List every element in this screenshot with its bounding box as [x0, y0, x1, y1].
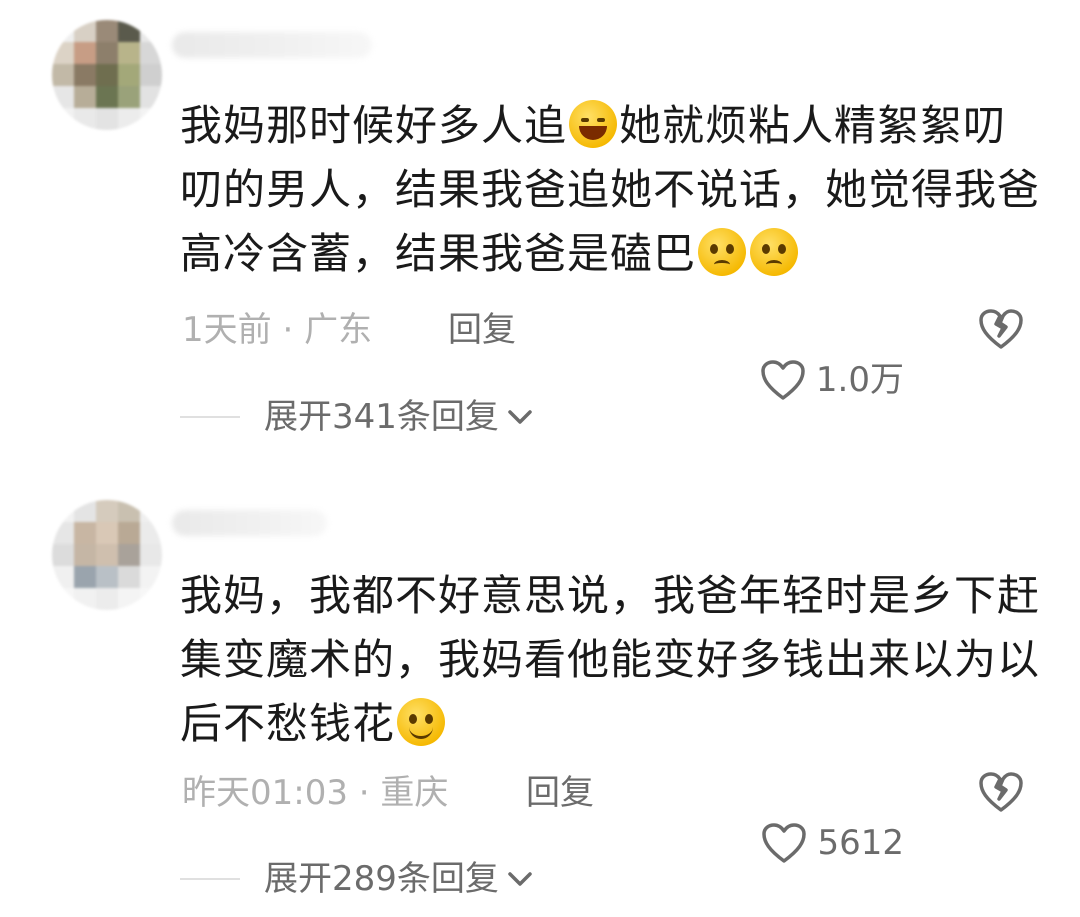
- avatar-mosaic-cell: [74, 108, 96, 130]
- avatar-mosaic-cell: [52, 544, 74, 566]
- avatar-mosaic-cell: [118, 64, 140, 86]
- avatar-mosaic-cell: [96, 42, 118, 64]
- avatar-mosaic-cell: [52, 108, 74, 130]
- comment-time: 1天前: [182, 310, 272, 350]
- expand-replies-label: 展开341条回复: [264, 397, 499, 437]
- meta-separator: ·: [347, 773, 381, 813]
- avatar-mosaic-cell: [52, 86, 74, 108]
- avatar-mosaic-cell: [140, 42, 162, 64]
- avatar-mosaic-cell: [140, 566, 162, 588]
- chevron-down-icon: [507, 870, 533, 888]
- comment-location: 广东: [304, 310, 373, 350]
- avatar-mosaic-cell: [52, 522, 74, 544]
- divider-line: [180, 416, 240, 418]
- dislike-button[interactable]: [978, 770, 1024, 828]
- avatar-mosaic-cell: [140, 588, 162, 610]
- meta-separator: ·: [271, 310, 305, 350]
- avatar-mosaic-cell: [74, 20, 96, 42]
- avatar-mosaic-cell: [118, 544, 140, 566]
- comment-meta: 昨天01:03 · 重庆 回复 5612: [182, 768, 1024, 863]
- expand-replies-button[interactable]: 展开289条回复: [180, 854, 533, 904]
- avatar-mosaic-cell: [96, 566, 118, 588]
- avatar-mosaic-cell: [96, 86, 118, 108]
- avatar-mosaic-cell: [140, 20, 162, 42]
- avatar-mosaic-cell: [74, 522, 96, 544]
- avatar-mosaic-cell: [74, 64, 96, 86]
- divider-line: [180, 878, 240, 880]
- avatar-mosaic-cell: [74, 544, 96, 566]
- comment-text-part: 我妈，我都不好意思说，我爸年轻时是乡下赶集变魔术的，我妈看他能变好多钱出来以为以…: [180, 571, 1041, 748]
- avatar-mosaic-cell: [52, 64, 74, 86]
- comment-item: 我妈，我都不好意思说，我爸年轻时是乡下赶集变魔术的，我妈看他能变好多钱出来以为以…: [0, 470, 1080, 917]
- avatar-mosaic-cell: [52, 42, 74, 64]
- avatar[interactable]: [52, 500, 162, 610]
- dizzy-smile-emoji-icon: [397, 698, 446, 746]
- pleading-face-emoji-icon: [698, 228, 747, 276]
- avatar-mosaic-cell: [140, 544, 162, 566]
- like-button[interactable]: 5612: [761, 818, 904, 868]
- reply-button[interactable]: 回复: [526, 768, 594, 818]
- avatar-mosaic-cell: [96, 544, 118, 566]
- comment-meta: 1天前 · 广东 回复 1.0万: [182, 305, 1024, 400]
- reply-button[interactable]: 回复: [448, 305, 516, 355]
- broken-heart-icon: [979, 309, 1023, 349]
- avatar-mosaic-cell: [74, 566, 96, 588]
- laughing-crying-emoji-icon: [569, 100, 618, 148]
- username-blurred[interactable]: [172, 32, 372, 58]
- avatar-mosaic-cell: [118, 522, 140, 544]
- like-count: 1.0万: [815, 360, 904, 400]
- dislike-button[interactable]: [978, 307, 1024, 365]
- avatar-mosaic-cell: [118, 86, 140, 108]
- avatar-mosaic-cell: [52, 588, 74, 610]
- expand-replies-button[interactable]: 展开341条回复: [180, 392, 533, 442]
- avatar-mosaic-cell: [52, 500, 74, 522]
- comment-text: 我妈，我都不好意思说，我爸年轻时是乡下赶集变魔术的，我妈看他能变好多钱出来以为以…: [180, 564, 1040, 756]
- like-count: 5612: [817, 823, 904, 863]
- avatar-mosaic-cell: [96, 64, 118, 86]
- broken-heart-icon: [979, 772, 1023, 812]
- avatar[interactable]: [52, 20, 162, 130]
- avatar-mosaic-cell: [74, 500, 96, 522]
- avatar-mosaic-cell: [140, 86, 162, 108]
- avatar-mosaic-cell: [52, 566, 74, 588]
- avatar-mosaic-cell: [74, 86, 96, 108]
- avatar-mosaic-cell: [118, 500, 140, 522]
- heart-icon: [761, 360, 805, 400]
- avatar-mosaic-cell: [96, 500, 118, 522]
- avatar-mosaic-cell: [74, 42, 96, 64]
- avatar-mosaic-cell: [52, 20, 74, 42]
- username-blurred[interactable]: [172, 510, 327, 536]
- avatar-mosaic-cell: [74, 588, 96, 610]
- expand-replies-label: 展开289条回复: [264, 859, 499, 899]
- comment-text-part: 我妈那时候好多人追: [180, 101, 568, 150]
- avatar-mosaic-cell: [118, 566, 140, 588]
- pleading-face-emoji-icon: [750, 228, 799, 276]
- avatar-mosaic-cell: [140, 522, 162, 544]
- avatar-mosaic-cell: [118, 108, 140, 130]
- comment-item: 我妈那时候好多人追 她就烦粘人精絮絮叨叨的男人，结果我爸追她不说话，她觉得我爸高冷…: [0, 0, 1080, 460]
- avatar-mosaic-cell: [96, 522, 118, 544]
- chevron-down-icon: [507, 408, 533, 426]
- avatar-mosaic-cell: [96, 588, 118, 610]
- comment-location: 重庆: [380, 773, 449, 813]
- avatar-mosaic-cell: [118, 588, 140, 610]
- avatar-mosaic-cell: [118, 20, 140, 42]
- avatar-mosaic-cell: [140, 64, 162, 86]
- avatar-mosaic-cell: [96, 20, 118, 42]
- heart-icon: [762, 823, 807, 863]
- avatar-mosaic-cell: [140, 500, 162, 522]
- avatar-mosaic-cell: [140, 108, 162, 130]
- comment-text: 我妈那时候好多人追 她就烦粘人精絮絮叨叨的男人，结果我爸追她不说话，她觉得我爸高冷…: [180, 94, 1040, 286]
- comment-time: 昨天01:03: [182, 773, 348, 813]
- avatar-mosaic-cell: [118, 42, 140, 64]
- avatar-mosaic-cell: [96, 108, 118, 130]
- like-button[interactable]: 1.0万: [760, 355, 904, 405]
